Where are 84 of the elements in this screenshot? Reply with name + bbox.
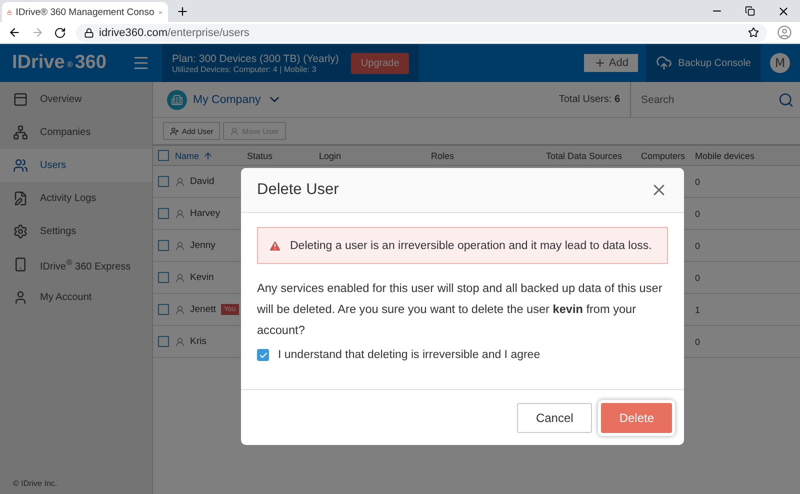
settings-icon <box>13 224 28 239</box>
utilized-devices-text: Utilized Devices: Computer: 4 | Mobile: 3 <box>172 64 318 74</box>
total-users-text: Total Users: 6 <box>558 94 621 105</box>
user-icon <box>175 272 185 282</box>
upgrade-button[interactable]: Upgrade <box>350 52 410 74</box>
checkbox[interactable] <box>158 336 169 347</box>
table-cell-text: 0 <box>695 176 702 186</box>
cancel-button[interactable]: Cancel <box>516 402 592 432</box>
lock-icon <box>84 28 94 38</box>
checkbox[interactable] <box>257 349 269 361</box>
checkbox[interactable] <box>158 176 169 187</box>
user-plus-icon <box>170 126 179 136</box>
logo: IDrive®360 <box>11 52 108 74</box>
sidebar-item[interactable]: Users <box>0 149 152 182</box>
browser-tab[interactable]: IDrive® 360 Management Conso <box>2 2 168 22</box>
restore-icon[interactable] <box>745 6 755 16</box>
forward-icon[interactable] <box>31 26 44 39</box>
avatar[interactable]: M <box>770 53 790 73</box>
table-cell-text: 1 <box>695 304 702 314</box>
users-icon <box>13 158 28 173</box>
table-cell-text: 0 <box>695 272 702 282</box>
sidebar-item[interactable]: My Account <box>0 281 152 314</box>
checkbox[interactable] <box>158 208 169 219</box>
sidebar-item[interactable]: IDrive$^{®}$ 360 Express <box>0 248 152 281</box>
user-icon <box>175 336 185 346</box>
sort-up-icon[interactable] <box>203 150 214 160</box>
user-icon <box>13 290 28 305</box>
phone-icon <box>13 257 28 272</box>
delete-button[interactable]: Delete <box>601 402 672 432</box>
agree-label: I understand that deleting is irreversible and I agree <box>278 349 540 361</box>
checkbox[interactable] <box>158 240 169 251</box>
column-header[interactable]: Computers <box>641 150 695 160</box>
column-header[interactable]: Name <box>175 150 247 160</box>
user-icon <box>175 208 185 218</box>
backup-console-button[interactable]: Backup Console <box>646 44 761 82</box>
user-name: Kris <box>190 336 206 347</box>
cloud-upload-icon <box>656 55 672 71</box>
new-tab-icon[interactable] <box>176 5 189 18</box>
search-icon[interactable] <box>778 92 794 108</box>
checkbox[interactable] <box>158 304 169 315</box>
address-bar[interactable]: idrive360.com/enterprise/users <box>76 24 767 42</box>
plan-text: Plan: 300 Devices (300 TB) (Yearly) <box>172 52 339 64</box>
star-icon[interactable] <box>748 27 759 38</box>
user-name: Harvey <box>190 208 220 219</box>
checkbox[interactable] <box>158 272 169 283</box>
menu-icon[interactable] <box>132 54 150 72</box>
close-icon[interactable] <box>777 4 790 18</box>
warning-icon <box>268 238 282 252</box>
reload-icon[interactable] <box>54 26 66 38</box>
column-header[interactable]: Mobile devices <box>695 150 765 160</box>
dialog-title: Delete User <box>257 181 339 199</box>
profile-icon[interactable] <box>777 25 792 40</box>
user-icon <box>175 240 185 250</box>
dashboard-icon <box>13 92 28 107</box>
table-cell-text: 0 <box>695 240 702 250</box>
hierarchy-icon <box>13 125 28 140</box>
table-cell-text: 0 <box>695 208 702 218</box>
column-header[interactable]: Roles <box>431 150 546 160</box>
sidebar-item[interactable]: Activity Logs <box>0 182 152 215</box>
column-header[interactable]: Login <box>319 150 431 160</box>
sidebar-item[interactable]: Overview <box>0 83 152 116</box>
file-edit-icon <box>13 191 28 206</box>
building-icon <box>167 90 187 110</box>
sidebar-item[interactable]: Settings <box>0 215 152 248</box>
user-name: David <box>190 176 214 187</box>
user-name: Jenett <box>190 304 216 315</box>
search-field[interactable]: Search <box>639 92 778 106</box>
plus-icon <box>594 57 606 69</box>
user-name: Kevin <box>190 272 214 283</box>
dialog-message: Any services enabled for this user will stop and all backed up data of this user will be deleted. Are you sure you want to delete the user kevin from your account? <box>257 280 664 339</box>
back-icon[interactable] <box>8 26 21 39</box>
user-icon <box>175 304 185 314</box>
company-dropdown[interactable]: My Company <box>193 92 282 107</box>
column-header[interactable]: Total Data Sources <box>546 150 641 160</box>
copyright-text: © IDrive Inc. <box>12 479 58 490</box>
user-name: Jenny <box>190 240 216 251</box>
user-icon <box>230 126 240 136</box>
sidebar-item[interactable]: Companies <box>0 116 152 149</box>
checkbox[interactable] <box>158 150 169 161</box>
warning-text: Deleting a user is an irreversible operation and it may lead to data loss. <box>290 240 652 252</box>
user-icon <box>175 176 185 186</box>
add-button[interactable]: Add <box>584 54 638 72</box>
table-cell-text: 0 <box>695 336 702 346</box>
column-header[interactable]: Status <box>247 150 319 160</box>
